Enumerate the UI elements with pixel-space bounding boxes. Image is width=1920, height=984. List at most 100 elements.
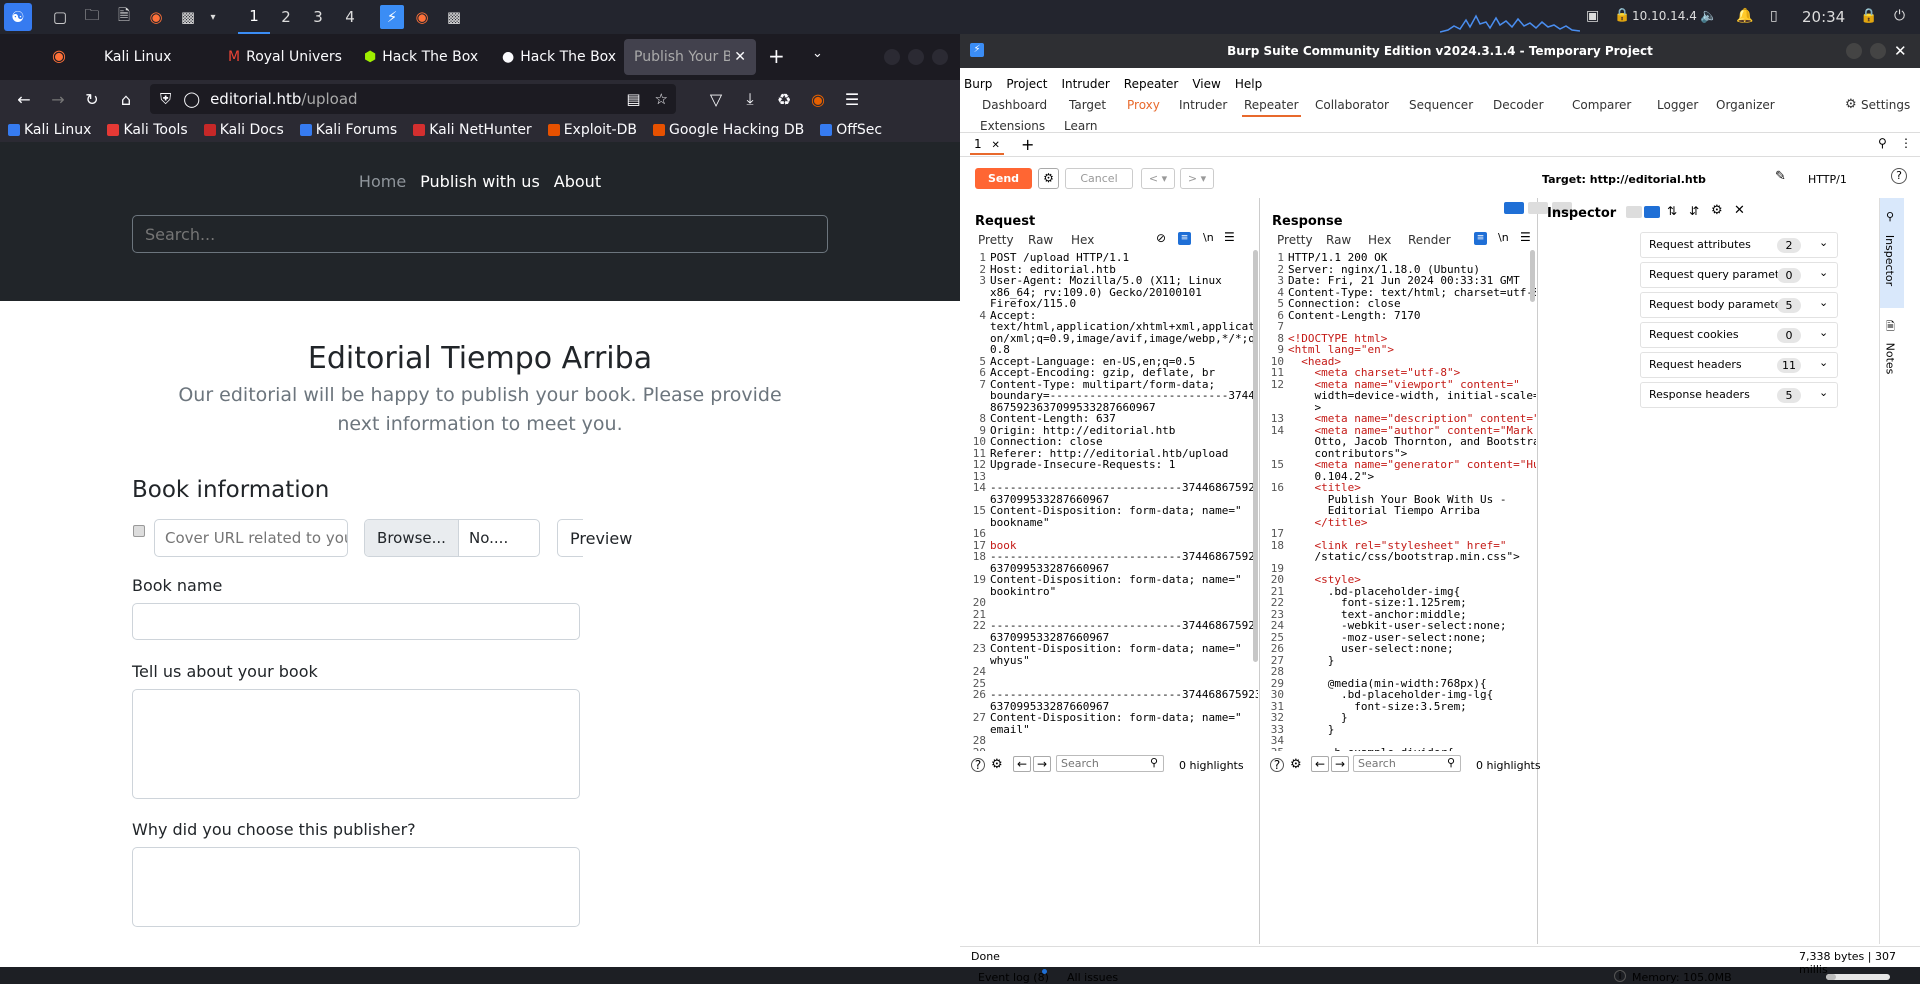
repeater-tab-1[interactable]: 1 ✕: [970, 137, 1004, 155]
book-about-textarea[interactable]: [132, 689, 580, 799]
minimize-icon[interactable]: [884, 49, 900, 65]
firefox-task-icon[interactable]: ◉: [408, 3, 436, 31]
workspace-4[interactable]: 4: [334, 0, 366, 34]
back-icon[interactable]: ←: [8, 83, 40, 115]
show-desktop-icon[interactable]: ▢: [46, 3, 74, 31]
response-search-input[interactable]: [1353, 755, 1461, 772]
bookmark-google-hacking-db[interactable]: Google Hacking DB: [652, 122, 804, 138]
bookmark-exploit-db[interactable]: Exploit-DB: [547, 122, 637, 138]
tab-intruder[interactable]: Intruder: [1179, 98, 1227, 112]
collapse-all-icon[interactable]: ⇵: [1689, 204, 1699, 218]
tab-logger[interactable]: Logger: [1657, 98, 1698, 112]
menu-burp[interactable]: Burp: [964, 77, 992, 91]
http-version-label[interactable]: HTTP/1: [1808, 173, 1847, 186]
resp-next-icon[interactable]: →: [1331, 756, 1350, 772]
event-log-link[interactable]: Event log (8): [978, 971, 1049, 984]
kali-menu-icon[interactable]: ☯: [4, 3, 32, 31]
req-tab-raw[interactable]: Raw: [1028, 233, 1053, 247]
history-forward-button[interactable]: > ▾: [1180, 168, 1214, 189]
help-icon[interactable]: ?: [1891, 168, 1907, 184]
resp-tab-render[interactable]: Render: [1408, 233, 1451, 247]
url-bar[interactable]: ⛨ ◯ editorial.htb/upload ▤ ☆: [150, 84, 676, 114]
close-icon[interactable]: ✕: [991, 140, 999, 151]
chevron-down-icon[interactable]: ⌄: [1819, 356, 1828, 369]
menu-hamburger-icon[interactable]: ☰: [836, 83, 868, 115]
req-settings-icon[interactable]: ⚙: [991, 757, 1003, 772]
resp-wrap-icon[interactable]: ≡: [1474, 232, 1487, 245]
tab-publish-your-book[interactable]: Publish Your Bo ✕: [624, 39, 756, 75]
request-editor[interactable]: 1 POST /upload HTTP/1.1 2 Host: editorial.h…: [964, 247, 1258, 751]
book-name-input[interactable]: [132, 603, 580, 640]
resp-prev-icon[interactable]: ←: [1311, 756, 1330, 772]
chevron-down-icon[interactable]: ⌄: [1819, 266, 1828, 279]
site-search-input[interactable]: [132, 215, 828, 253]
target-label[interactable]: Target: http://editorial.htb: [1542, 173, 1706, 186]
foxyproxy-icon[interactable]: ◉: [802, 83, 834, 115]
inspector-settings-icon[interactable]: ⚙: [1711, 203, 1723, 218]
menu-repeater[interactable]: Repeater: [1124, 77, 1179, 91]
edit-target-icon[interactable]: ✎: [1775, 169, 1786, 184]
notifications-icon[interactable]: 🔔: [1736, 8, 1753, 24]
request-scrollbar[interactable]: [1253, 250, 1258, 662]
resp-newline-icon[interactable]: \n: [1498, 231, 1509, 244]
tab-hack-the-box-1[interactable]: ⬢ Hack The Box: [354, 39, 488, 75]
inspector-row[interactable]: Request query parameters 0 ⌄: [1640, 262, 1838, 288]
response-editor[interactable]: 1 HTTP/1.1 200 OK 2 Server: nginx/1.18.0 (U…: [1262, 247, 1536, 751]
history-back-button[interactable]: < ▾: [1141, 168, 1175, 189]
nav-about[interactable]: About: [554, 172, 601, 191]
response-scrollbar[interactable]: [1530, 250, 1535, 302]
layout-stacked-icon[interactable]: [1528, 202, 1548, 214]
cover-checkbox[interactable]: [133, 525, 145, 537]
workspace-1[interactable]: 1: [238, 0, 270, 34]
tab-repeater[interactable]: Repeater: [1242, 98, 1301, 117]
inspector-row[interactable]: Request headers 11 ⌄: [1640, 352, 1838, 378]
reload-icon[interactable]: ↻: [76, 83, 108, 115]
downloads-icon[interactable]: ⤓: [734, 83, 766, 115]
pocket-icon[interactable]: ▽: [700, 83, 732, 115]
tab-hack-the-box-2[interactable]: ● Hack The Box: [492, 39, 618, 75]
cover-url-input[interactable]: [154, 519, 348, 557]
req-menu-icon[interactable]: ☰: [1224, 230, 1235, 244]
firefox-view-icon[interactable]: ◉: [52, 46, 66, 65]
chevron-down-icon[interactable]: ⌄: [1819, 296, 1828, 309]
file-input[interactable]: Browse... No....: [364, 519, 540, 557]
text-editor-icon[interactable]: 🗎: [110, 3, 138, 31]
send-button[interactable]: Send: [975, 168, 1032, 189]
req-tab-hex[interactable]: Hex: [1071, 233, 1094, 247]
bookmark-kali-linux[interactable]: Kali Linux: [8, 122, 91, 138]
tab-decoder[interactable]: Decoder: [1493, 98, 1544, 112]
reader-view-icon[interactable]: ▤: [626, 90, 640, 108]
req-prev-icon[interactable]: ←: [1013, 756, 1032, 772]
inspector-row[interactable]: Response headers 5 ⌄: [1640, 382, 1838, 408]
tab-comparer[interactable]: Comparer: [1572, 98, 1631, 112]
terminal-launcher-icon[interactable]: ▩: [174, 3, 202, 31]
resp-tab-hex[interactable]: Hex: [1368, 233, 1391, 247]
notes-side-tab[interactable]: 🗎 Notes: [1880, 308, 1904, 388]
resp-tab-raw[interactable]: Raw: [1326, 233, 1351, 247]
workspace-3[interactable]: 3: [302, 0, 334, 34]
req-next-icon[interactable]: →: [1033, 756, 1052, 772]
why-publisher-textarea[interactable]: [132, 847, 580, 927]
menu-intruder[interactable]: Intruder: [1061, 77, 1109, 91]
burp-task-icon[interactable]: ⚡: [380, 5, 404, 29]
tab-list-chevron-icon[interactable]: ⌄: [812, 46, 823, 61]
menu-view[interactable]: View: [1192, 77, 1220, 91]
close-tab-icon[interactable]: ✕: [734, 49, 746, 65]
maximize-icon[interactable]: [908, 49, 924, 65]
bookmark-star-icon[interactable]: ☆: [655, 90, 668, 108]
newline-icon[interactable]: \n: [1203, 231, 1214, 244]
inspector-row[interactable]: Request body parameters 5 ⌄: [1640, 292, 1838, 318]
chevron-down-icon[interactable]: ⌄: [1819, 386, 1828, 399]
search-icon[interactable]: ⚲: [1878, 136, 1887, 150]
send-settings-icon[interactable]: ⚙: [1038, 168, 1059, 189]
all-issues-link[interactable]: All issues: [1067, 971, 1118, 984]
add-tab-icon[interactable]: +: [1021, 135, 1034, 154]
inspector-view-grid-icon[interactable]: [1644, 206, 1660, 218]
more-options-icon[interactable]: ⋮: [1900, 136, 1912, 150]
resp-menu-icon[interactable]: ☰: [1520, 230, 1531, 244]
hide-nonprintable-icon[interactable]: ⊘: [1156, 231, 1166, 245]
extensions-icon[interactable]: ♻: [768, 83, 800, 115]
tab-organizer[interactable]: Organizer: [1716, 98, 1775, 112]
burp-maximize-icon[interactable]: [1870, 43, 1886, 59]
nav-publish[interactable]: Publish with us: [420, 172, 540, 191]
